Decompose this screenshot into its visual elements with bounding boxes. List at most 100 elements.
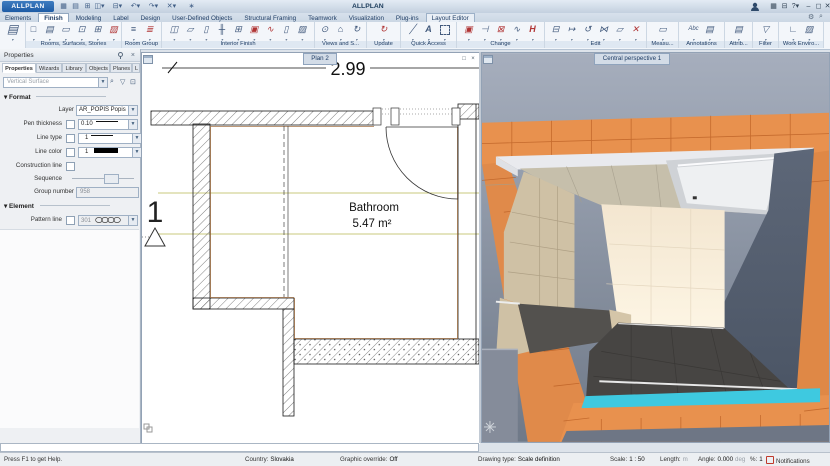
move-icon[interactable]: ↦ xyxy=(564,23,579,40)
pen-thickness-field[interactable]: 0.10▼ xyxy=(78,119,138,130)
mirror-icon[interactable]: ⋈ xyxy=(596,23,611,40)
section-format[interactable]: ▾ Format xyxy=(4,93,106,101)
settings-gear-icon[interactable]: ⚙ xyxy=(808,13,814,21)
wall-surface-icon[interactable]: ▱ xyxy=(183,23,198,40)
copy-change-icon[interactable]: ⊠ xyxy=(493,23,508,40)
modify-room-icon[interactable]: ⊡ xyxy=(74,23,89,40)
tilt-finish-icon[interactable]: ▨ xyxy=(295,23,310,40)
edit-element-icon[interactable]: ▣ xyxy=(461,23,476,40)
plan-viewport[interactable]: 2.99 xyxy=(141,52,479,443)
delete-icon[interactable]: ✕ xyxy=(628,23,643,40)
surface-icon[interactable]: ▭ xyxy=(58,23,73,40)
copy-icon[interactable]: ⊟ xyxy=(548,23,563,40)
house-view-icon[interactable]: ⌂ xyxy=(333,23,348,40)
edit-finish-icon[interactable]: ▣ xyxy=(247,23,262,40)
panel-close-icon[interactable]: × xyxy=(131,49,135,62)
eye-icon[interactable]: ⊙ xyxy=(317,23,332,40)
pin-icon[interactable] xyxy=(117,52,124,59)
construction-line-checkbox[interactable] xyxy=(66,162,75,171)
panel-tab-properties[interactable]: Properties xyxy=(2,63,36,73)
status-country[interactable]: Country:Slovakia xyxy=(245,456,294,463)
panel-tab-layers[interactable]: L xyxy=(132,63,140,73)
status-drawing-type[interactable]: Drawing type:Scale definition xyxy=(478,456,560,463)
status-angle[interactable]: Angle:0.000deg xyxy=(698,456,745,463)
plan-view-tab[interactable]: Plan 2 xyxy=(303,53,337,65)
apply-small-icon[interactable]: ⊡ xyxy=(130,78,136,86)
finish-surface-icon[interactable]: ◫ xyxy=(167,23,182,40)
pattern-line-checkbox[interactable] xyxy=(66,216,75,225)
room-group-edit-icon[interactable]: ≣ xyxy=(142,23,157,40)
perspective-viewport[interactable] xyxy=(481,52,830,443)
rotate-icon[interactable]: ↺ xyxy=(580,23,595,40)
note-icon[interactable]: ▤ xyxy=(702,23,717,40)
surface-type-selector[interactable]: Vertical Surface▼ xyxy=(3,77,108,88)
search-small-icon[interactable]: ⌕ xyxy=(110,78,114,86)
line-color-field[interactable]: 1 ▼ xyxy=(78,147,142,158)
status-notifications[interactable]: Notifications xyxy=(766,456,810,465)
plan-restore-icon[interactable]: □ xyxy=(460,55,468,63)
screen-icon[interactable]: ▨ xyxy=(802,23,817,40)
chevron-down-icon[interactable]: ▼ xyxy=(98,78,107,87)
perspective-render[interactable] xyxy=(482,53,829,442)
line-color-checkbox[interactable] xyxy=(66,148,75,157)
print-icon[interactable]: ⊟▾ xyxy=(112,2,123,11)
dialog-line-input[interactable] xyxy=(0,443,479,452)
copy-room-icon[interactable]: ⊞ xyxy=(90,23,105,40)
panel-tab-planes[interactable]: Planes xyxy=(110,63,132,73)
status-graphic-override[interactable]: Graphic override:Off xyxy=(340,456,398,463)
allplan-app-button[interactable]: ALLPLAN xyxy=(2,1,54,12)
trim-icon[interactable]: ⊣ xyxy=(477,23,492,40)
curve-icon[interactable]: ∿ xyxy=(509,23,524,40)
resize-icon[interactable]: ▱ xyxy=(612,23,627,40)
offset-icon[interactable]: H xyxy=(525,23,540,40)
close-icon[interactable]: ✕ xyxy=(822,2,830,11)
list-icon[interactable]: ▤ xyxy=(70,2,81,11)
axes-icon[interactable]: ∟ xyxy=(786,23,801,40)
plan-close-icon[interactable]: × xyxy=(469,55,477,63)
line-type-field[interactable]: 1▼ xyxy=(78,133,142,144)
filter-small-icon[interactable]: ▽ xyxy=(120,78,125,86)
refresh-view-icon[interactable]: ↻ xyxy=(349,23,364,40)
section-element[interactable]: ▾ Element xyxy=(4,202,110,210)
plan-window-icon[interactable] xyxy=(143,55,153,64)
layer-field[interactable]: AR_POPIS Popis▼ xyxy=(76,105,138,116)
pen-thickness-checkbox[interactable] xyxy=(66,120,75,129)
window-edit-icon[interactable]: ◫▾ xyxy=(94,2,105,11)
line-type-checkbox[interactable] xyxy=(66,134,75,143)
status-scale[interactable]: Scale:1 : 50 xyxy=(610,456,645,463)
help-icon[interactable]: ?▾ xyxy=(790,2,801,11)
column-finish-icon[interactable]: ▯ xyxy=(199,23,214,40)
status-length[interactable]: Length:m xyxy=(660,456,688,463)
room-icon[interactable]: □ xyxy=(26,23,41,40)
project-icon[interactable]: ▦ xyxy=(58,2,69,11)
abc-icon[interactable]: Abc xyxy=(686,23,701,40)
user-icon[interactable] xyxy=(750,2,760,11)
panel-tab-library[interactable]: Library xyxy=(62,63,86,73)
layout-icon[interactable]: ▦ xyxy=(768,2,779,11)
delete-finish-icon[interactable]: ∿ xyxy=(263,23,278,40)
task-board-icon[interactable]: ▤ xyxy=(4,23,22,40)
perspective-view-tab[interactable]: Central perspective 1 xyxy=(594,53,670,65)
sequence-slider-track[interactable] xyxy=(72,178,134,179)
ruler-icon[interactable]: ▭ xyxy=(655,23,670,40)
perspective-window-icon[interactable] xyxy=(483,55,493,64)
more-icon[interactable]: ∗ xyxy=(186,2,197,11)
line-icon[interactable]: ╱ xyxy=(405,23,420,40)
strip-finish-icon[interactable]: ▯ xyxy=(279,23,294,40)
double-column-icon[interactable]: ╫ xyxy=(215,23,230,40)
plan-drawing[interactable]: 2.99 xyxy=(142,53,480,444)
selection-box-icon[interactable] xyxy=(437,23,452,40)
redo-icon[interactable]: ↷▾ xyxy=(148,2,159,11)
text-icon[interactable]: A xyxy=(421,23,436,40)
panel-tab-wizards[interactable]: Wizards xyxy=(36,63,62,73)
sequence-slider-handle[interactable] xyxy=(104,174,119,184)
filter-icon[interactable]: ▽ xyxy=(758,23,773,40)
tools-icon[interactable]: ✕▾ xyxy=(166,2,177,11)
grid-finish-icon[interactable]: ⊞ xyxy=(231,23,246,40)
cart-icon[interactable]: ⊟ xyxy=(779,2,790,11)
undo-icon[interactable]: ↶▾ xyxy=(130,2,141,11)
pattern-line-field[interactable]: 301 ▼ xyxy=(78,215,138,226)
attributes-icon[interactable]: ▤ xyxy=(731,23,746,40)
status-percent[interactable]: %:1 xyxy=(750,456,763,463)
storey-icon[interactable]: ▤ xyxy=(42,23,57,40)
